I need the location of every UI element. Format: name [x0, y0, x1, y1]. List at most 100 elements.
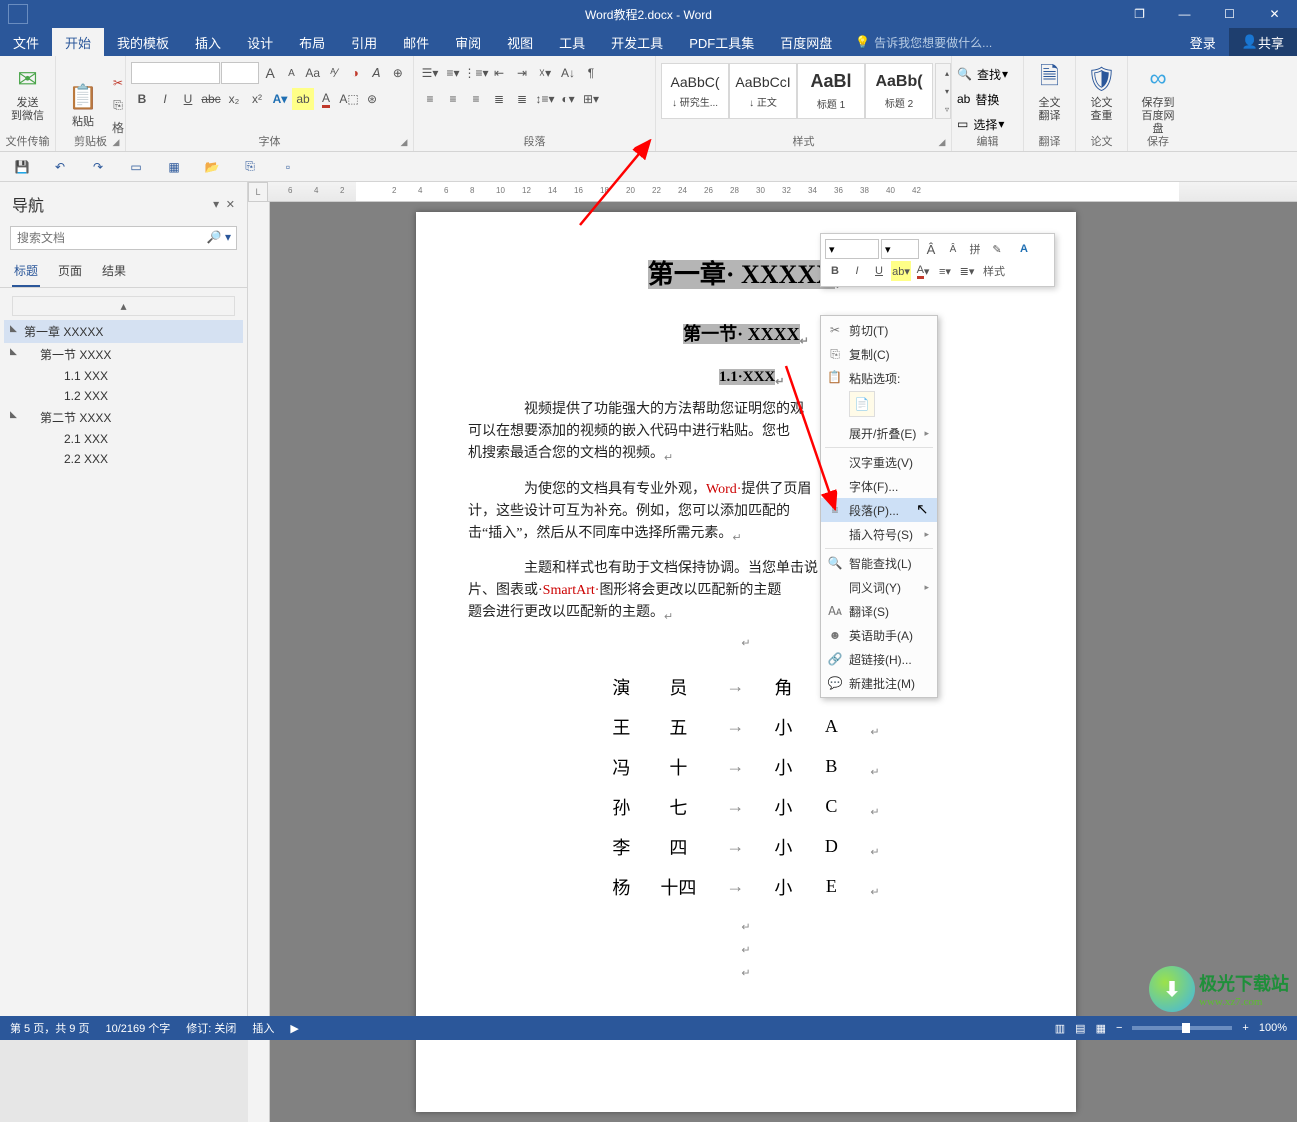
qat-table[interactable]: ▦: [164, 157, 184, 177]
replace-button[interactable]: ab替换: [957, 87, 1018, 111]
ctx-cut[interactable]: ✂剪切(T): [821, 318, 937, 342]
borders-button[interactable]: ⊞▾: [580, 88, 602, 110]
tab-insert[interactable]: 插入: [182, 28, 234, 56]
italic-button[interactable]: I: [154, 88, 176, 110]
zoom-out[interactable]: −: [1116, 1022, 1122, 1034]
distribute-button[interactable]: ≣: [511, 88, 533, 110]
ctx-english-helper[interactable]: ☻英语助手(A): [821, 623, 937, 647]
zoom-level[interactable]: 100%: [1259, 1022, 1287, 1034]
qat-new[interactable]: ▭: [126, 157, 146, 177]
tab-tools[interactable]: 工具: [546, 28, 598, 56]
styles-gallery[interactable]: AaBbC(↓ 研究生... AaBbCcI↓ 正文 AaBl标题 1 AaBb…: [661, 63, 933, 119]
character-border-button[interactable]: 𝘈: [366, 62, 386, 84]
full-translate-button[interactable]: 🗎 全文 翻译: [1029, 59, 1070, 127]
tree-item[interactable]: 2.2 XXX: [4, 449, 243, 469]
line-spacing-button[interactable]: ↕≡▾: [534, 88, 556, 110]
nav-tab-headings[interactable]: 标题: [12, 262, 40, 287]
mini-styles-label[interactable]: 样式: [979, 261, 1009, 281]
mini-size-combo[interactable]: ▾: [881, 239, 919, 259]
status-page[interactable]: 第 5 页，共 9 页: [10, 1020, 89, 1036]
maximize-button[interactable]: ☐: [1207, 0, 1252, 28]
mini-bullets[interactable]: ≡▾: [935, 261, 955, 281]
font-family-combo[interactable]: [131, 62, 220, 84]
enclose-char-button[interactable]: ⊕: [388, 62, 408, 84]
qat-save[interactable]: 💾: [12, 157, 32, 177]
style-item[interactable]: AaBbC(↓ 研究生...: [661, 63, 729, 119]
tab-design[interactable]: 设计: [234, 28, 286, 56]
clear-formatting-button[interactable]: ◑: [345, 62, 365, 84]
tab-templates[interactable]: 我的模板: [104, 28, 182, 56]
tab-mailings[interactable]: 邮件: [390, 28, 442, 56]
zoom-in[interactable]: +: [1242, 1022, 1248, 1034]
status-track[interactable]: 修订: 关闭: [186, 1020, 236, 1036]
tab-baidu[interactable]: 百度网盘: [767, 28, 845, 56]
style-item[interactable]: AaBbCcI↓ 正文: [729, 63, 797, 119]
status-macro-icon[interactable]: ▶: [290, 1022, 298, 1035]
minimize-button[interactable]: —: [1162, 0, 1207, 28]
mini-styles-button[interactable]: A: [1009, 239, 1039, 259]
align-center-button[interactable]: ≡: [442, 88, 464, 110]
tab-home[interactable]: 开始: [52, 28, 104, 56]
clipboard-dialog-launcher[interactable]: ◢: [110, 136, 122, 148]
mini-bold[interactable]: B: [825, 261, 845, 281]
subscript-button[interactable]: x₂: [223, 88, 245, 110]
view-read-mode[interactable]: ▤: [1075, 1022, 1085, 1035]
qat-copy[interactable]: ⎘: [240, 157, 260, 177]
shrink-font-button[interactable]: A: [281, 62, 301, 84]
document-area[interactable]: 第一章· XXXXX↵ 第一节· XXXX↵ 1.1·XXX↵ 视频提供了功能强…: [270, 202, 1297, 1122]
qat-redo[interactable]: ↷: [88, 157, 108, 177]
tab-references[interactable]: 引用: [338, 28, 390, 56]
tree-item[interactable]: 2.1 XXX: [4, 429, 243, 449]
mini-font-combo[interactable]: ▾: [825, 239, 879, 259]
tab-view[interactable]: 视图: [494, 28, 546, 56]
text-effects-button[interactable]: A▾: [269, 88, 291, 110]
mini-italic[interactable]: I: [847, 261, 867, 281]
mini-phonetic[interactable]: 拼: [965, 239, 985, 259]
strikethrough-button[interactable]: abc: [200, 88, 222, 110]
nav-search-input[interactable]: [10, 226, 237, 250]
align-left-button[interactable]: ≡: [419, 88, 441, 110]
font-size-combo[interactable]: [221, 62, 259, 84]
collapse-all-button[interactable]: ▴: [12, 296, 235, 316]
cast-table[interactable]: 演员→角色↵王五→小A↵冯十→小B↵孙七→小C↵李四→小D↵杨十四→小E↵: [596, 666, 895, 908]
font-color-button[interactable]: A: [315, 88, 337, 110]
sort-button[interactable]: A↓: [557, 62, 579, 84]
view-print-layout[interactable]: ▥: [1055, 1022, 1065, 1035]
tree-item[interactable]: ◣第一节 XXXX: [4, 343, 243, 366]
mini-underline[interactable]: U: [869, 261, 889, 281]
tab-review[interactable]: 审阅: [442, 28, 494, 56]
ctx-hanzi[interactable]: 汉字重选(V): [821, 450, 937, 474]
bold-button[interactable]: B: [131, 88, 153, 110]
superscript-button[interactable]: x²: [246, 88, 268, 110]
nav-close-button[interactable]: ✕: [226, 199, 235, 211]
grow-font-button[interactable]: A: [260, 62, 280, 84]
qat-open[interactable]: 📂: [202, 157, 222, 177]
share-button[interactable]: 👤 共享: [1229, 28, 1297, 56]
ctx-hyperlink[interactable]: 🔗超链接(H)...: [821, 647, 937, 671]
search-icon[interactable]: 🔎 ▾: [207, 230, 231, 244]
qat-undo[interactable]: ↶: [50, 157, 70, 177]
tell-me-search[interactable]: 💡告诉我您想要做什么...: [845, 34, 1002, 51]
change-case-button[interactable]: Aa: [303, 62, 323, 84]
align-right-button[interactable]: ≡: [465, 88, 487, 110]
mini-font-color[interactable]: A▾: [913, 261, 933, 281]
bullets-button[interactable]: ☰▾: [419, 62, 441, 84]
increase-indent-button[interactable]: ⇥: [511, 62, 533, 84]
qat-btn8[interactable]: ▫: [278, 157, 298, 177]
find-button[interactable]: 🔍查找 ▾: [957, 62, 1018, 86]
status-words[interactable]: 10/2169 个字: [105, 1020, 170, 1036]
nav-dropdown[interactable]: ▾ ✕: [213, 197, 235, 211]
mini-format-painter[interactable]: ✎: [987, 239, 1007, 259]
nav-tab-results[interactable]: 结果: [100, 262, 128, 287]
mini-numbering[interactable]: ≣▾: [957, 261, 977, 281]
status-insert[interactable]: 插入: [252, 1020, 274, 1036]
ctx-synonym[interactable]: 同义词(Y)▸: [821, 575, 937, 599]
ctx-insert-symbol[interactable]: 插入符号(S)▸: [821, 522, 937, 546]
char-shading-button[interactable]: A⬚: [338, 88, 360, 110]
paragraph-dialog-launcher[interactable]: ◢: [640, 136, 652, 148]
decrease-indent-button[interactable]: ⇤: [488, 62, 510, 84]
justify-button[interactable]: ≣: [488, 88, 510, 110]
login-button[interactable]: 登录: [1177, 28, 1229, 56]
tab-pdf[interactable]: PDF工具集: [676, 28, 767, 56]
tree-item[interactable]: ◣第一章 XXXXX: [4, 320, 243, 343]
